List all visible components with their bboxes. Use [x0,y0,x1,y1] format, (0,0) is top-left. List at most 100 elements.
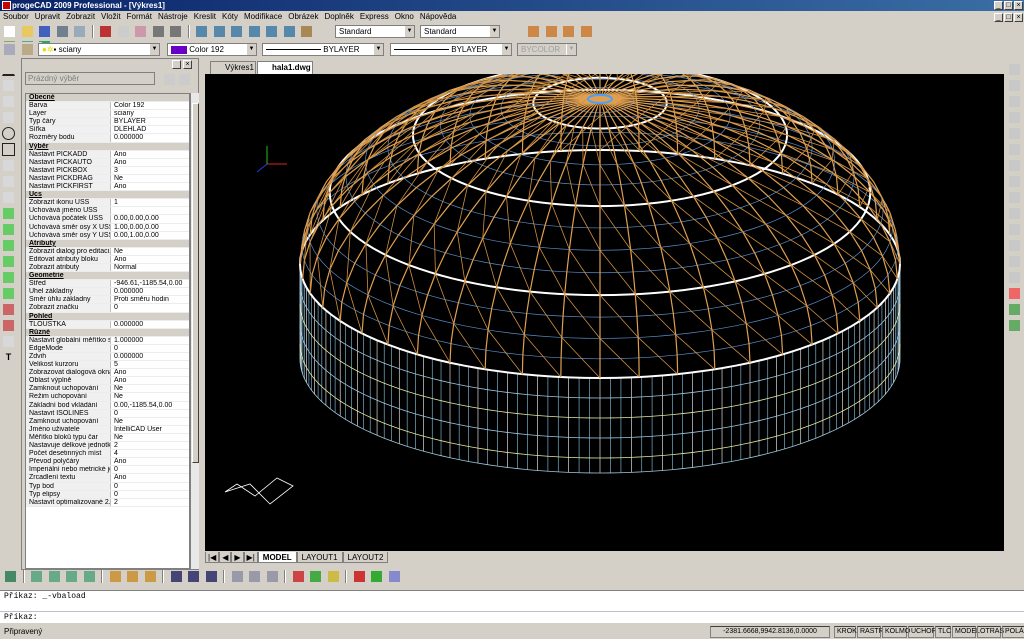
hatch-icon[interactable] [2,239,15,252]
status-button-rastr[interactable]: RASTR [857,626,884,638]
property-row[interactable]: Nastavit PICKDRAG Ne [26,174,189,184]
color-select[interactable]: Color 192 ▼ [167,43,257,56]
property-row[interactable]: Nastavit PICKBOX 3 [26,166,189,175]
menu-item-3[interactable]: Vložit [98,12,124,21]
property-row[interactable]: Počet desetinných míst 4 [26,450,189,459]
region-icon[interactable] [2,255,15,268]
menu-item-1[interactable]: Upravit [32,12,63,21]
property-value[interactable]: -946.61,-1185.54,0.00 [111,280,189,287]
property-value[interactable]: 0.00,0.00,0.00 [111,215,189,222]
mirror-icon[interactable] [1008,95,1021,108]
tab-model[interactable]: MODEL [257,552,297,563]
layer-iso-icon[interactable] [204,570,218,583]
property-row[interactable]: Editovat atributy bloku Ano [26,255,189,264]
chamfer-icon[interactable] [1008,255,1021,268]
property-row[interactable]: Režim uchopování Ne [26,393,189,402]
table-icon[interactable] [2,335,15,348]
layer-freeze-icon[interactable] [143,570,157,583]
status-button-otras[interactable]: OTRAS [977,626,1004,638]
property-row[interactable]: Rozměry bodu 0.000000 [26,134,189,143]
snap-center-icon[interactable] [562,25,576,38]
menu-item-8[interactable]: Modifikace [241,12,285,21]
snap-node-icon[interactable] [579,25,593,38]
property-value[interactable]: Ano [111,183,189,190]
polygon-icon[interactable] [2,159,15,172]
zoom-window-icon[interactable] [230,25,244,38]
layer-states-icon[interactable] [20,43,34,56]
property-value[interactable]: Ano [111,377,189,384]
cut-icon[interactable] [99,25,113,38]
polyline-icon[interactable] [2,95,15,108]
move-icon[interactable] [1008,143,1021,156]
property-row[interactable]: Uchovává jméno USS [26,207,189,216]
close-icon[interactable]: × [1014,1,1023,10]
redraw-icon[interactable] [265,25,279,38]
menu-item-2[interactable]: Zobrazit [63,12,98,21]
property-row[interactable]: Převod polyčáry Ano [26,458,189,467]
layer-on-icon[interactable] [108,570,122,583]
property-value[interactable]: 0 [111,345,189,352]
property-row[interactable]: Nastavit ISOLINES 0 [26,409,189,418]
property-value[interactable]: 1 [111,199,189,206]
property-value[interactable]: 2 [111,499,189,506]
property-section[interactable]: Výběr [26,142,189,151]
array-icon[interactable] [1008,127,1021,140]
property-value[interactable]: Ne [111,175,189,182]
undo-icon[interactable] [151,25,165,38]
property-section[interactable]: Atributy [26,239,189,248]
redo-icon[interactable] [169,25,183,38]
print-icon[interactable] [55,25,69,38]
status-button-polár[interactable]: POLÁR [1002,626,1024,638]
menu-item-10[interactable]: Doplněk [321,12,356,21]
boundary-icon[interactable] [2,271,15,284]
ungroup-icon[interactable] [1008,319,1021,332]
property-value[interactable]: 3 [111,167,189,174]
property-section[interactable]: Ucs [26,191,189,200]
property-value[interactable]: 0 [111,410,189,417]
arc-icon[interactable] [2,111,15,124]
tab-layout1[interactable]: LAYOUT1 [296,552,343,563]
property-value[interactable]: 1.00,0.00,0.00 [111,224,189,231]
property-value[interactable]: Color 192 [111,102,189,109]
property-row[interactable]: Uchovává směr osy X USS 1.00,0.00,0.00 [26,223,189,232]
donut-icon[interactable] [2,207,15,220]
property-row[interactable]: Oblast výplně Ano [26,377,189,386]
menu-item-5[interactable]: Nástroje [155,12,191,21]
property-row[interactable]: Zrcadlení textu Ano [26,474,189,483]
property-section[interactable]: Geometrie [26,272,189,281]
property-value[interactable]: 0 [111,491,189,498]
property-row[interactable]: Typ čáry BYLAYER [26,118,189,127]
property-row[interactable]: Nastavit globální měřítko st... 1.000000 [26,336,189,345]
zoom-icon[interactable] [195,25,209,38]
property-value[interactable]: BYLAYER [111,118,189,125]
status-button-uchop[interactable]: UCHOP [908,626,936,638]
next-layout-icon[interactable]: ▶ [231,552,244,563]
property-section[interactable]: Pohled [26,312,189,321]
property-row[interactable]: Typ bod 0 [26,482,189,491]
group-icon[interactable] [1008,303,1021,316]
property-value[interactable]: 0.000000 [111,321,189,328]
property-value[interactable]: Ano [111,474,189,481]
maximize-icon[interactable]: □ [1004,1,1013,10]
property-value[interactable]: IntelliCAD User [111,426,189,433]
property-row[interactable]: EdgeMode 0 [26,344,189,353]
panel-autohide-icon[interactable] [172,60,181,69]
ray-icon[interactable] [2,79,15,92]
property-row[interactable]: Zobrazit atributy Normal [26,263,189,273]
property-row[interactable]: Jméno uživatele IntelliCAD User [26,425,189,434]
property-value[interactable]: Normal [111,264,189,271]
menu-item-11[interactable]: Express [357,12,392,21]
dim-linear-icon[interactable] [30,570,44,583]
property-value[interactable]: 0.000000 [111,353,189,360]
property-value[interactable]: 0.00,1.00,0.00 [111,232,189,239]
lineweight-select[interactable]: BYLAYER ▼ [390,43,512,56]
property-value[interactable]: 0 [111,304,189,311]
property-row[interactable]: Zobrazovat dialogová okna Ano [26,369,189,378]
property-row[interactable]: Velikost kurzoru 5 [26,361,189,370]
property-value[interactable] [111,207,189,214]
shade-icon[interactable] [370,570,384,583]
menu-item-7[interactable]: Kóty [219,12,241,21]
property-row[interactable]: Měřítko bloků typu čar Ne [26,433,189,443]
ucs-3point-icon[interactable] [265,570,279,583]
property-row[interactable]: Zdvih 0.000000 [26,353,189,362]
